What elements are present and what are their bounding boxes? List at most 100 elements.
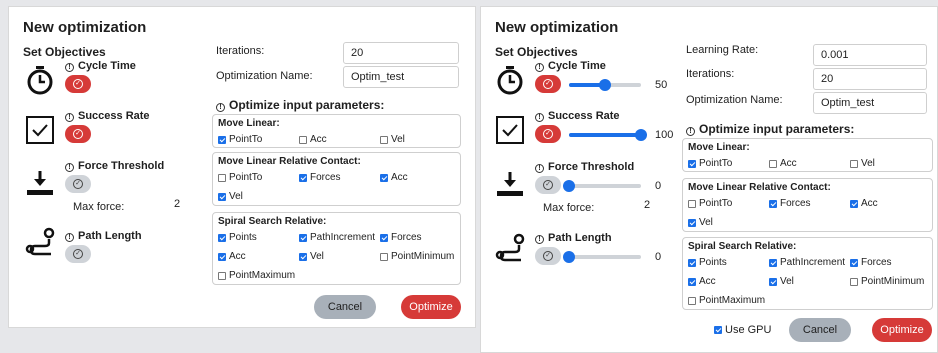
slider-value-path-length: 0	[655, 251, 662, 263]
group-title: Move Linear Relative Contact:	[688, 182, 831, 193]
slider-success-rate[interactable]	[569, 129, 647, 141]
checkbox-icon	[769, 199, 777, 208]
group-title: Move Linear Relative Contact:	[218, 156, 361, 167]
checkbox-spiral-forces[interactable]: Forces	[380, 232, 422, 243]
info-icon[interactable]: !	[535, 235, 544, 244]
iterations-input[interactable]: 20	[343, 42, 459, 64]
slider-path-length[interactable]	[563, 251, 641, 263]
checkbox-mlrc-vel[interactable]: Vel	[688, 217, 713, 228]
checkbox-move-linear-acc[interactable]: Acc	[299, 134, 327, 145]
checkbox-icon	[218, 271, 226, 280]
dialog-title: New optimization	[495, 19, 619, 36]
checkbox-icon	[769, 159, 777, 168]
checkbox-spiral-vel[interactable]: Vel	[299, 251, 324, 262]
checkbox-icon	[26, 116, 54, 144]
learning-rate-input[interactable]: 0.001	[813, 44, 927, 66]
checkbox-icon	[850, 199, 858, 208]
checkbox-icon	[380, 173, 388, 182]
checkbox-spiral-points[interactable]: Points	[218, 232, 257, 243]
toggle-force-threshold[interactable]: ✓	[65, 175, 91, 193]
info-icon[interactable]: !	[65, 63, 74, 72]
checkbox-icon	[218, 233, 226, 242]
checkbox-move-linear-vel[interactable]: Vel	[850, 158, 875, 169]
checkbox-spiral-points[interactable]: Points	[688, 257, 727, 268]
checkbox-spiral-acc[interactable]: Acc	[218, 251, 246, 262]
info-icon[interactable]: !	[686, 127, 695, 136]
objective-label-path-length: ! Path Length	[65, 230, 142, 242]
info-icon[interactable]: !	[65, 113, 74, 122]
checkbox-spiral-pointmaximum[interactable]: PointMaximum	[218, 270, 295, 281]
info-icon[interactable]: !	[216, 103, 225, 112]
checkbox-spiral-forces[interactable]: Forces	[850, 257, 892, 268]
info-icon[interactable]: !	[65, 233, 74, 242]
checkbox-spiral-pointmaximum[interactable]: PointMaximum	[688, 295, 765, 306]
checkbox-icon	[850, 159, 858, 168]
optimization-name-input[interactable]: Optim_test	[813, 92, 927, 114]
slider-force-threshold[interactable]	[563, 180, 641, 192]
use-gpu-checkbox[interactable]: Use GPU	[714, 324, 771, 336]
slider-handle[interactable]	[563, 180, 575, 192]
check-circle-icon: ✓	[73, 249, 83, 259]
toggle-path-length[interactable]: ✓	[65, 245, 91, 263]
toggle-success-rate[interactable]: ✓	[65, 125, 91, 143]
check-circle-icon: ✓	[73, 79, 83, 89]
slider-handle[interactable]	[635, 129, 647, 141]
group-title: Move Linear:	[688, 142, 750, 153]
info-icon[interactable]: !	[535, 164, 544, 173]
dialog-title: New optimization	[23, 19, 147, 36]
checkbox-mlrc-acc[interactable]: Acc	[850, 198, 878, 209]
group-title: Spiral Search Relative:	[688, 241, 797, 252]
checkbox-spiral-pathincrement[interactable]: PathIncrement	[769, 257, 845, 268]
checkbox-move-linear-vel[interactable]: Vel	[380, 134, 405, 145]
checkbox-spiral-pathincrement[interactable]: PathIncrement	[299, 232, 375, 243]
slider-handle[interactable]	[599, 79, 611, 91]
checkbox-move-linear-pointto[interactable]: PointTo	[688, 158, 732, 169]
checkbox-mlrc-forces[interactable]: Forces	[299, 172, 341, 183]
checkbox-icon	[380, 233, 388, 242]
slider-fill	[569, 133, 641, 137]
checkbox-mlrc-pointto[interactable]: PointTo	[688, 198, 732, 209]
checkbox-icon	[218, 252, 226, 261]
checkbox-icon	[688, 159, 696, 168]
iterations-input[interactable]: 20	[813, 68, 927, 90]
checkbox-mlrc-pointto[interactable]: PointTo	[218, 172, 262, 183]
checkbox-spiral-vel[interactable]: Vel	[769, 276, 794, 287]
info-icon[interactable]: !	[65, 163, 74, 172]
toggle-path-length[interactable]: ✓	[535, 247, 561, 265]
optimization-name-input[interactable]: Optim_test	[343, 66, 459, 88]
slider-value-success-rate: 100	[655, 129, 674, 141]
set-objectives-heading: Set Objectives	[23, 45, 106, 59]
objective-label-force-threshold: ! Force Threshold	[535, 161, 634, 173]
cancel-button[interactable]: Cancel	[314, 295, 376, 319]
cancel-button[interactable]: Cancel	[789, 318, 851, 342]
toggle-cycle-time[interactable]: ✓	[535, 75, 561, 93]
info-icon[interactable]: !	[535, 63, 544, 72]
checkbox-move-linear-acc[interactable]: Acc	[769, 158, 797, 169]
objective-label-success-rate: ! Success Rate	[535, 110, 620, 122]
toggle-cycle-time[interactable]: ✓	[65, 75, 91, 93]
checkbox-icon	[218, 192, 226, 201]
checkbox-mlrc-vel[interactable]: Vel	[218, 191, 243, 202]
group-title: Move Linear:	[218, 118, 280, 129]
checkbox-spiral-acc[interactable]: Acc	[688, 276, 716, 287]
slider-value-cycle-time: 50	[655, 79, 668, 91]
slider-cycle-time[interactable]	[569, 79, 641, 91]
optimize-button[interactable]: Optimize	[401, 295, 461, 319]
slider-handle[interactable]	[563, 251, 575, 263]
group-move-linear-relative-contact: Move Linear Relative Contact: PointTo Fo…	[212, 152, 461, 206]
toggle-success-rate[interactable]: ✓	[535, 125, 561, 143]
checkbox-icon	[299, 173, 307, 182]
toggle-force-threshold[interactable]: ✓	[535, 176, 561, 194]
checkbox-icon	[688, 258, 696, 267]
checkbox-spiral-pointminimum[interactable]: PointMinimum	[380, 251, 454, 262]
checkbox-move-linear-pointto[interactable]: PointTo	[218, 134, 262, 145]
checkbox-spiral-pointminimum[interactable]: PointMinimum	[850, 276, 924, 287]
check-circle-icon: ✓	[543, 129, 553, 139]
checkbox-mlrc-forces[interactable]: Forces	[769, 198, 811, 209]
max-force-value: 2	[174, 198, 181, 210]
checkbox-mlrc-acc[interactable]: Acc	[380, 172, 408, 183]
optimize-button[interactable]: Optimize	[872, 318, 932, 342]
checkbox-icon	[688, 218, 696, 227]
info-icon[interactable]: !	[535, 113, 544, 122]
objective-label-cycle-time: ! Cycle Time	[535, 60, 606, 72]
